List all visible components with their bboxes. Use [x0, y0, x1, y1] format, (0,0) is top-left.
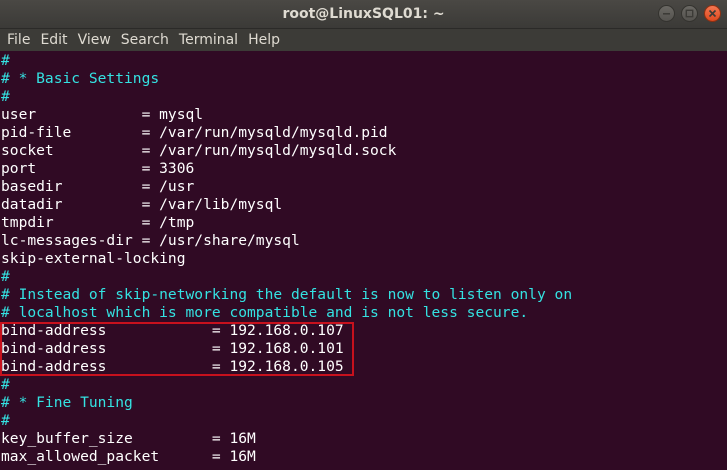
terminal-line: #: [1, 52, 10, 69]
terminal-line: user = mysql: [1, 106, 204, 123]
terminal-line: basedir = /usr: [1, 178, 195, 195]
terminal-line: #: [1, 376, 10, 393]
menu-terminal[interactable]: Terminal: [174, 29, 243, 51]
terminal-window: root@LinuxSQL01: ~ File Edit View Search…: [0, 0, 727, 470]
maximize-icon: [685, 9, 694, 18]
terminal-line: #: [1, 88, 10, 105]
close-icon: [708, 9, 717, 18]
terminal-line: max_allowed_packet = 16M: [1, 448, 256, 465]
minimize-button[interactable]: [658, 5, 675, 22]
maximize-button[interactable]: [681, 5, 698, 22]
terminal-line: skip-external-locking: [1, 250, 186, 267]
title-bar[interactable]: root@LinuxSQL01: ~: [0, 0, 727, 29]
terminal-line: # * Basic Settings: [1, 70, 160, 87]
menu-help[interactable]: Help: [243, 29, 285, 51]
terminal-line: lc-messages-dir = /usr/share/mysql: [1, 232, 300, 249]
terminal-line: port = 3306: [1, 160, 195, 177]
close-button[interactable]: [704, 5, 721, 22]
terminal-line: # Instead of skip-networking the default…: [1, 286, 573, 303]
menu-view[interactable]: View: [73, 29, 116, 51]
window-title: root@LinuxSQL01: ~: [282, 6, 445, 22]
bind-address-line: bind-address = 192.168.0.101: [1, 340, 344, 357]
menu-bar: File Edit View Search Terminal Help: [0, 29, 727, 51]
menu-edit[interactable]: Edit: [35, 29, 72, 51]
window-controls: [658, 5, 721, 22]
terminal-line: key_buffer_size = 16M: [1, 430, 256, 447]
terminal-line: datadir = /var/lib/mysql: [1, 196, 283, 213]
terminal-line: # localhost which is more compatible and…: [1, 304, 529, 321]
terminal-line: # * Fine Tuning: [1, 394, 133, 411]
menu-search[interactable]: Search: [116, 29, 174, 51]
bind-address-line: bind-address = 192.168.0.105: [1, 358, 344, 375]
terminal-output[interactable]: # # * Basic Settings # user = mysql pid-…: [0, 52, 727, 470]
menu-file[interactable]: File: [2, 29, 35, 51]
terminal-line: tmpdir = /tmp: [1, 214, 195, 231]
terminal-line: pid-file = /var/run/mysqld/mysqld.pid: [1, 124, 388, 141]
terminal-line: #: [1, 268, 10, 285]
terminal-line: #: [1, 412, 10, 429]
terminal-line: socket = /var/run/mysqld/mysqld.sock: [1, 142, 397, 159]
minimize-icon: [663, 13, 670, 15]
bind-address-line: bind-address = 192.168.0.107: [1, 322, 344, 339]
